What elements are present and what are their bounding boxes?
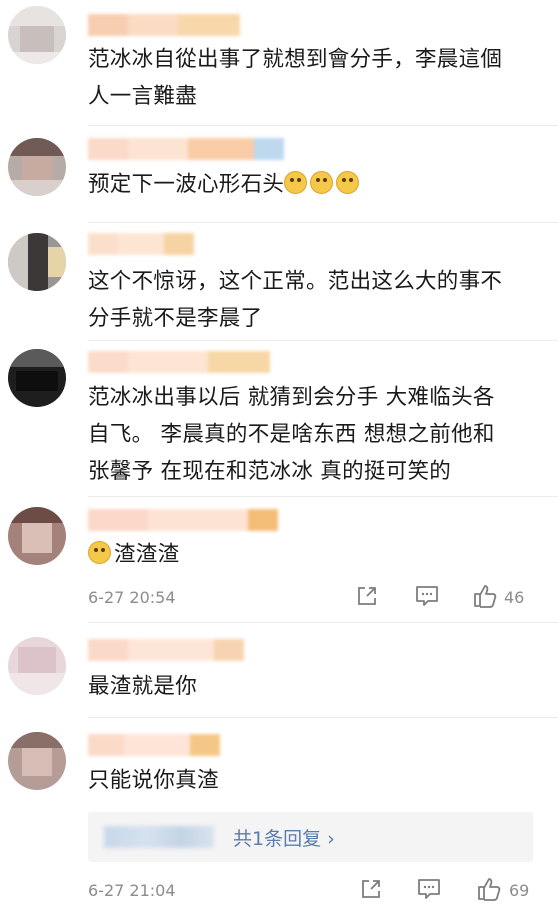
username-blurred[interactable]	[88, 509, 278, 531]
avatar[interactable]	[8, 233, 66, 291]
like-count: 46	[504, 588, 525, 607]
username-blurred[interactable]	[88, 138, 284, 160]
username-blurred[interactable]	[88, 351, 270, 373]
avatar[interactable]	[8, 6, 66, 64]
timestamp: 6-27 20:54	[88, 588, 176, 607]
like-icon[interactable]	[476, 876, 502, 902]
reply-preview-box[interactable]: 共1条回复 ›	[88, 812, 533, 862]
drool-icon	[88, 541, 111, 564]
comment-item: 渣渣渣 6-27 20:54 46	[0, 497, 558, 622]
avatar[interactable]	[8, 637, 66, 695]
username-blurred[interactable]	[88, 639, 244, 661]
comment-item: 最渣就是你	[0, 623, 558, 717]
comment-text: 只能说你真渣	[88, 768, 219, 793]
like-icon[interactable]	[472, 583, 498, 609]
share-icon[interactable]	[354, 583, 380, 609]
doge-icon	[284, 171, 308, 194]
comment-text: 预定下一波心形石头	[88, 166, 538, 203]
comment-item: 这个不惊讶，这个正常。范出这么大的事不 分手就不是李晨了	[0, 223, 558, 340]
comment-item: 只能说你真渣 共1条回复 › 6-27 21:04 69	[0, 718, 558, 922]
username-blurred[interactable]	[88, 233, 194, 255]
view-replies-link[interactable]: 共1条回复 ›	[233, 824, 335, 851]
comment-meta: 6-27 21:04 69	[88, 876, 538, 906]
like-count: 69	[509, 881, 530, 900]
timestamp: 6-27 21:04	[88, 881, 176, 900]
comment-item: 预定下一波心形石头	[0, 126, 558, 222]
comment-text: 最渣就是你	[88, 674, 198, 699]
doge-icon	[310, 171, 334, 194]
username-blurred[interactable]	[88, 14, 240, 36]
comment-icon[interactable]	[414, 583, 440, 609]
comment-meta: 6-27 20:54 46	[88, 583, 538, 613]
comment-text: 范冰冰自從出事了就想到會分手，李晨這個 人一言難盡	[88, 47, 503, 109]
username-blurred[interactable]	[88, 734, 220, 756]
comment-text: 范冰冰出事以后 就猜到会分手 大难临头各 自飞。 李晨真的不是啥东西 想想之前他…	[88, 385, 495, 484]
doge-icon	[336, 171, 360, 194]
share-icon[interactable]	[358, 876, 384, 902]
comment-item: 范冰冰出事以后 就猜到会分手 大难临头各 自飞。 李晨真的不是啥东西 想想之前他…	[0, 341, 558, 496]
avatar[interactable]	[8, 138, 66, 196]
comment-item: 范冰冰自從出事了就想到會分手，李晨這個 人一言難盡	[0, 0, 558, 125]
avatar[interactable]	[8, 349, 66, 407]
avatar[interactable]	[8, 732, 66, 790]
comment-icon[interactable]	[416, 876, 442, 902]
comment-text: 这个不惊讶，这个正常。范出这么大的事不 分手就不是李晨了	[88, 269, 503, 331]
reply-author-blurred	[104, 826, 214, 848]
avatar[interactable]	[8, 507, 66, 565]
comment-text: 渣渣渣	[88, 536, 538, 573]
